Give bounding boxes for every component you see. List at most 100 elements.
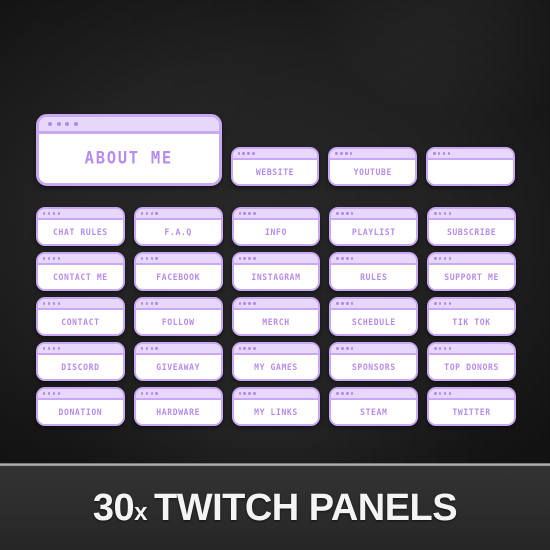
twitch-panel[interactable]: YOUTUBE — [328, 147, 418, 186]
window-dot-icon — [140, 347, 144, 350]
twitch-panel[interactable]: MY LINKS — [231, 387, 321, 426]
window-dot-icon — [341, 347, 344, 350]
panel-body: SUBSCRIBE — [429, 220, 514, 244]
twitch-panel[interactable]: SUPPORT ME — [427, 252, 516, 291]
panel-titlebar — [135, 299, 221, 310]
window-dot-icon — [150, 347, 153, 350]
panel-label: INSTAGRAM — [251, 271, 301, 283]
panel-titlebar — [429, 209, 514, 220]
window-dot-icon — [43, 347, 46, 350]
twitch-panel[interactable]: SUBSCRIBE — [427, 207, 516, 246]
twitch-panel[interactable]: CHAT RULES — [36, 207, 125, 246]
window-dot-icon — [52, 257, 56, 260]
panel-label: SCHEDULE — [351, 316, 396, 328]
panel-titlebar — [38, 299, 123, 310]
panel-titlebar — [135, 209, 221, 220]
window-dot-icon — [52, 347, 56, 350]
panel-body: SCHEDULE — [331, 310, 417, 334]
window-dot-icon — [57, 392, 61, 395]
window-dot-icon — [448, 257, 452, 260]
panel-label: TIK TOK — [452, 316, 491, 328]
window-dot-icon — [448, 212, 452, 215]
panel-titlebar — [38, 344, 123, 355]
twitch-panel[interactable]: HARDWARE — [133, 387, 223, 426]
window-dot-icon — [43, 392, 46, 395]
window-dot-icon — [341, 212, 344, 215]
window-dot-icon — [243, 347, 246, 350]
window-dot-icon — [73, 122, 78, 126]
twitch-panel[interactable]: TIK TOK — [427, 297, 516, 336]
window-dot-icon — [150, 212, 153, 215]
window-dot-icon — [443, 392, 447, 395]
twitch-panel[interactable]: DONATION — [36, 387, 125, 426]
panel-titlebar — [38, 389, 123, 400]
twitch-panel[interactable]: PLAYLIST — [329, 207, 419, 246]
twitch-panel[interactable]: F.A.Q — [133, 207, 223, 246]
window-dot-icon — [443, 347, 447, 350]
panel-label: ABOUT ME — [84, 147, 173, 168]
window-dot-icon — [341, 302, 344, 305]
twitch-panel[interactable]: MERCH — [231, 297, 321, 336]
panel-body: F.A.Q — [135, 220, 221, 244]
panel-body: CONTACT — [38, 310, 123, 334]
panel-body: TIK TOK — [429, 310, 514, 334]
twitch-panel[interactable]: DISCORD — [36, 342, 125, 381]
twitch-panel[interactable]: CONTACT ME — [36, 252, 125, 291]
twitch-panel[interactable]: GIVEAWAY — [133, 342, 223, 381]
window-dot-icon — [346, 302, 349, 305]
panel-body: ABOUT ME — [39, 134, 219, 183]
window-dot-icon — [336, 347, 339, 350]
twitch-panel[interactable]: SCHEDULE — [329, 297, 419, 336]
panel-titlebar — [331, 209, 417, 220]
window-dot-icon — [237, 152, 240, 155]
twitch-panel[interactable]: INFO — [231, 207, 321, 246]
window-dot-icon — [150, 302, 153, 305]
window-dot-icon — [47, 257, 51, 260]
window-dot-icon — [336, 212, 339, 215]
twitch-panel[interactable]: TWITTER — [427, 387, 516, 426]
panel-body: PLAYLIST — [331, 220, 417, 244]
window-dot-icon — [346, 347, 349, 350]
featured-panel-about-me[interactable]: ABOUT ME — [36, 114, 222, 186]
window-dot-icon — [448, 302, 452, 305]
window-dot-icon — [57, 257, 61, 260]
window-dot-icon — [140, 212, 144, 215]
window-dot-icon — [351, 302, 354, 305]
twitch-panel[interactable] — [426, 147, 515, 186]
twitch-panel[interactable]: TOP DONORS — [427, 342, 516, 381]
panel-titlebar — [428, 149, 513, 160]
panel-body: SUPPORT ME — [429, 265, 514, 289]
panel-titlebar — [135, 254, 221, 265]
window-dot-icon — [155, 392, 158, 395]
window-dot-icon — [248, 302, 251, 305]
panel-label: SUBSCRIBE — [446, 226, 497, 238]
panel-titlebar — [39, 117, 219, 134]
twitch-panel[interactable]: WEBSITE — [230, 147, 320, 186]
twitch-panel[interactable]: RULES — [329, 252, 419, 291]
panel-label: STEAM — [360, 406, 388, 418]
window-dot-icon — [253, 257, 256, 260]
twitch-panel[interactable]: SPONSORS — [329, 342, 419, 381]
window-dot-icon — [145, 392, 149, 395]
twitch-panel[interactable]: FACEBOOK — [133, 252, 223, 291]
twitch-panel[interactable]: MY GAMES — [231, 342, 321, 381]
window-dot-icon — [238, 392, 241, 395]
panel-body: MY GAMES — [233, 355, 319, 379]
window-dot-icon — [140, 392, 144, 395]
panel-titlebar — [38, 209, 123, 220]
panel-label: TWITTER — [452, 406, 491, 418]
twitch-panel[interactable]: INSTAGRAM — [231, 252, 321, 291]
banner-text: TWITCH PANELS — [154, 487, 458, 529]
panel-label: CONTACT — [61, 316, 100, 328]
window-dot-icon — [253, 212, 256, 215]
window-dot-icon — [243, 257, 246, 260]
window-dot-icon — [350, 152, 353, 155]
panel-row: CONTACT ME FACEBOOK INSTAGRAM RULES SUPPORT … — [36, 252, 516, 291]
panel-body: INSTAGRAM — [233, 265, 319, 289]
twitch-panel[interactable]: STEAM — [329, 387, 419, 426]
twitch-panel[interactable]: CONTACT — [36, 297, 125, 336]
twitch-panel[interactable]: FOLLOW — [133, 297, 223, 336]
window-dot-icon — [434, 347, 437, 350]
window-dot-icon — [341, 392, 344, 395]
window-dot-icon — [155, 347, 158, 350]
